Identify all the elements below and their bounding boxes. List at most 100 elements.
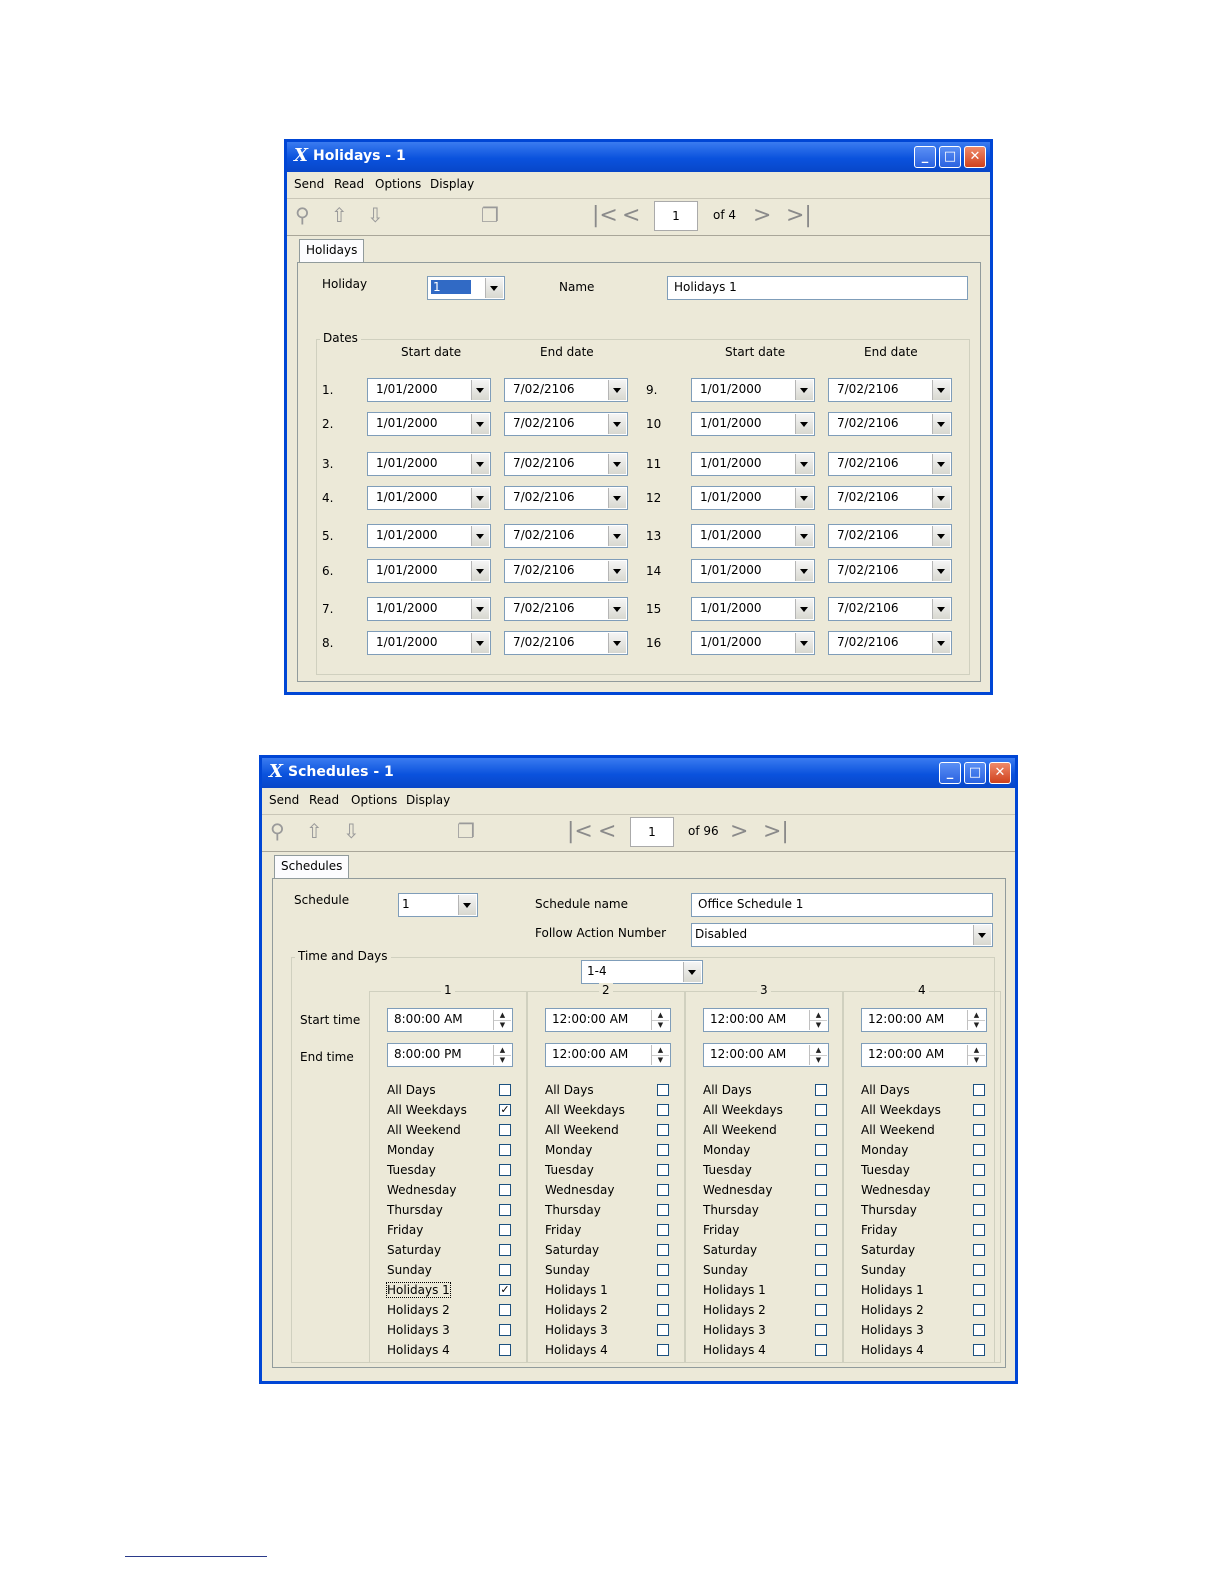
day-checkbox[interactable] bbox=[657, 1104, 669, 1116]
day-checkbox[interactable] bbox=[657, 1224, 669, 1236]
end-date-combo[interactable]: 7/02/2106 bbox=[828, 524, 952, 548]
day-checkbox[interactable] bbox=[815, 1144, 827, 1156]
day-checkbox[interactable] bbox=[973, 1144, 985, 1156]
chevron-down-icon[interactable] bbox=[795, 599, 813, 619]
menu-display[interactable]: Display bbox=[406, 793, 450, 807]
chevron-down-icon[interactable] bbox=[932, 380, 950, 400]
spinner-arrows[interactable]: ▲ ▼ bbox=[967, 1010, 985, 1030]
spinner-arrows[interactable]: ▲ ▼ bbox=[493, 1045, 511, 1065]
chevron-down-icon[interactable] bbox=[485, 278, 503, 298]
day-checkbox[interactable] bbox=[657, 1264, 669, 1276]
chevron-down-icon[interactable] bbox=[471, 633, 489, 653]
end-date-combo[interactable]: 7/02/2106 bbox=[504, 524, 628, 548]
spin-down-icon[interactable]: ▼ bbox=[652, 1055, 669, 1065]
chevron-down-icon[interactable] bbox=[795, 561, 813, 581]
day-checkbox[interactable] bbox=[815, 1104, 827, 1116]
title-bar[interactable]: X Holidays - 1 _ □ ✕ bbox=[287, 142, 990, 172]
schedule-name-field[interactable]: Office Schedule 1 bbox=[691, 893, 993, 917]
day-checkbox[interactable] bbox=[657, 1184, 669, 1196]
day-checkbox[interactable] bbox=[973, 1344, 985, 1356]
day-checkbox[interactable] bbox=[973, 1224, 985, 1236]
chevron-down-icon[interactable] bbox=[608, 599, 626, 619]
end-date-combo[interactable]: 7/02/2106 bbox=[504, 452, 628, 476]
day-checkbox[interactable] bbox=[657, 1344, 669, 1356]
chevron-down-icon[interactable] bbox=[471, 526, 489, 546]
menu-read[interactable]: Read bbox=[334, 177, 364, 191]
tab-holidays[interactable]: Holidays bbox=[299, 239, 365, 263]
previous-page-icon[interactable]: < bbox=[598, 821, 616, 843]
day-checkbox[interactable] bbox=[973, 1304, 985, 1316]
day-checkbox[interactable] bbox=[657, 1124, 669, 1136]
close-button[interactable]: ✕ bbox=[989, 762, 1011, 784]
day-checkbox[interactable] bbox=[973, 1324, 985, 1336]
spinner-arrows[interactable]: ▲ ▼ bbox=[651, 1010, 669, 1030]
start-time-spinner[interactable]: 12:00:00 AM ▲ ▼ bbox=[703, 1008, 829, 1032]
menu-display[interactable]: Display bbox=[430, 177, 474, 191]
chevron-down-icon[interactable] bbox=[795, 488, 813, 508]
upload-icon[interactable]: ⇧ bbox=[306, 819, 323, 843]
chevron-down-icon[interactable] bbox=[932, 633, 950, 653]
chevron-down-icon[interactable] bbox=[608, 380, 626, 400]
tab-schedules[interactable]: Schedules bbox=[274, 855, 350, 879]
day-checkbox[interactable] bbox=[815, 1324, 827, 1336]
start-date-combo[interactable]: 1/01/2000 bbox=[367, 631, 491, 655]
upload-icon[interactable]: ⇧ bbox=[331, 203, 348, 227]
chevron-down-icon[interactable] bbox=[932, 526, 950, 546]
start-date-combo[interactable]: 1/01/2000 bbox=[367, 378, 491, 402]
day-checkbox[interactable] bbox=[815, 1164, 827, 1176]
day-checkbox[interactable] bbox=[815, 1344, 827, 1356]
menu-options[interactable]: Options bbox=[375, 177, 421, 191]
end-date-combo[interactable]: 7/02/2106 bbox=[828, 486, 952, 510]
start-date-combo[interactable]: 1/01/2000 bbox=[691, 524, 815, 548]
day-checkbox[interactable] bbox=[657, 1324, 669, 1336]
range-select[interactable]: 1-4 bbox=[581, 960, 703, 984]
end-date-combo[interactable]: 7/02/2106 bbox=[828, 559, 952, 583]
end-time-spinner[interactable]: 8:00:00 PM ▲ ▼ bbox=[387, 1043, 513, 1067]
spin-down-icon[interactable]: ▼ bbox=[810, 1055, 827, 1065]
start-date-combo[interactable]: 1/01/2000 bbox=[367, 559, 491, 583]
start-time-spinner[interactable]: 12:00:00 AM ▲ ▼ bbox=[861, 1008, 987, 1032]
day-checkbox[interactable] bbox=[973, 1084, 985, 1096]
day-checkbox[interactable] bbox=[499, 1144, 511, 1156]
follow-action-select[interactable]: Disabled bbox=[691, 923, 993, 947]
chevron-down-icon[interactable] bbox=[458, 895, 476, 915]
end-date-combo[interactable]: 7/02/2106 bbox=[504, 631, 628, 655]
day-checkbox[interactable] bbox=[499, 1184, 511, 1196]
end-date-combo[interactable]: 7/02/2106 bbox=[504, 597, 628, 621]
next-page-icon[interactable]: > bbox=[753, 205, 771, 227]
day-checkbox[interactable] bbox=[973, 1124, 985, 1136]
chevron-down-icon[interactable] bbox=[608, 414, 626, 434]
day-checkbox[interactable] bbox=[657, 1164, 669, 1176]
start-date-combo[interactable]: 1/01/2000 bbox=[367, 452, 491, 476]
end-time-spinner[interactable]: 12:00:00 AM ▲ ▼ bbox=[861, 1043, 987, 1067]
menu-read[interactable]: Read bbox=[309, 793, 339, 807]
day-checkbox[interactable] bbox=[815, 1284, 827, 1296]
chevron-down-icon[interactable] bbox=[795, 414, 813, 434]
spinner-arrows[interactable]: ▲ ▼ bbox=[809, 1010, 827, 1030]
download-icon[interactable]: ⇩ bbox=[367, 203, 384, 227]
day-checkbox[interactable] bbox=[499, 1124, 511, 1136]
download-icon[interactable]: ⇩ bbox=[343, 819, 360, 843]
page-number-input[interactable]: 1 bbox=[654, 201, 698, 231]
end-date-combo[interactable]: 7/02/2106 bbox=[504, 378, 628, 402]
chevron-down-icon[interactable] bbox=[932, 454, 950, 474]
start-date-combo[interactable]: 1/01/2000 bbox=[691, 412, 815, 436]
spinner-arrows[interactable]: ▲ ▼ bbox=[651, 1045, 669, 1065]
end-date-combo[interactable]: 7/02/2106 bbox=[828, 452, 952, 476]
start-date-combo[interactable]: 1/01/2000 bbox=[367, 412, 491, 436]
search-icon[interactable]: ⚲ bbox=[270, 819, 285, 843]
spinner-arrows[interactable]: ▲ ▼ bbox=[967, 1045, 985, 1065]
chevron-down-icon[interactable] bbox=[608, 488, 626, 508]
start-date-combo[interactable]: 1/01/2000 bbox=[691, 631, 815, 655]
spin-down-icon[interactable]: ▼ bbox=[810, 1020, 827, 1030]
start-date-combo[interactable]: 1/01/2000 bbox=[367, 486, 491, 510]
chevron-down-icon[interactable] bbox=[795, 454, 813, 474]
chevron-down-icon[interactable] bbox=[471, 454, 489, 474]
search-icon[interactable]: ⚲ bbox=[295, 203, 310, 227]
end-date-combo[interactable]: 7/02/2106 bbox=[828, 631, 952, 655]
end-date-combo[interactable]: 7/02/2106 bbox=[504, 486, 628, 510]
chevron-down-icon[interactable] bbox=[471, 488, 489, 508]
previous-page-icon[interactable]: < bbox=[622, 205, 640, 227]
chevron-down-icon[interactable] bbox=[471, 561, 489, 581]
end-date-combo[interactable]: 7/02/2106 bbox=[504, 412, 628, 436]
